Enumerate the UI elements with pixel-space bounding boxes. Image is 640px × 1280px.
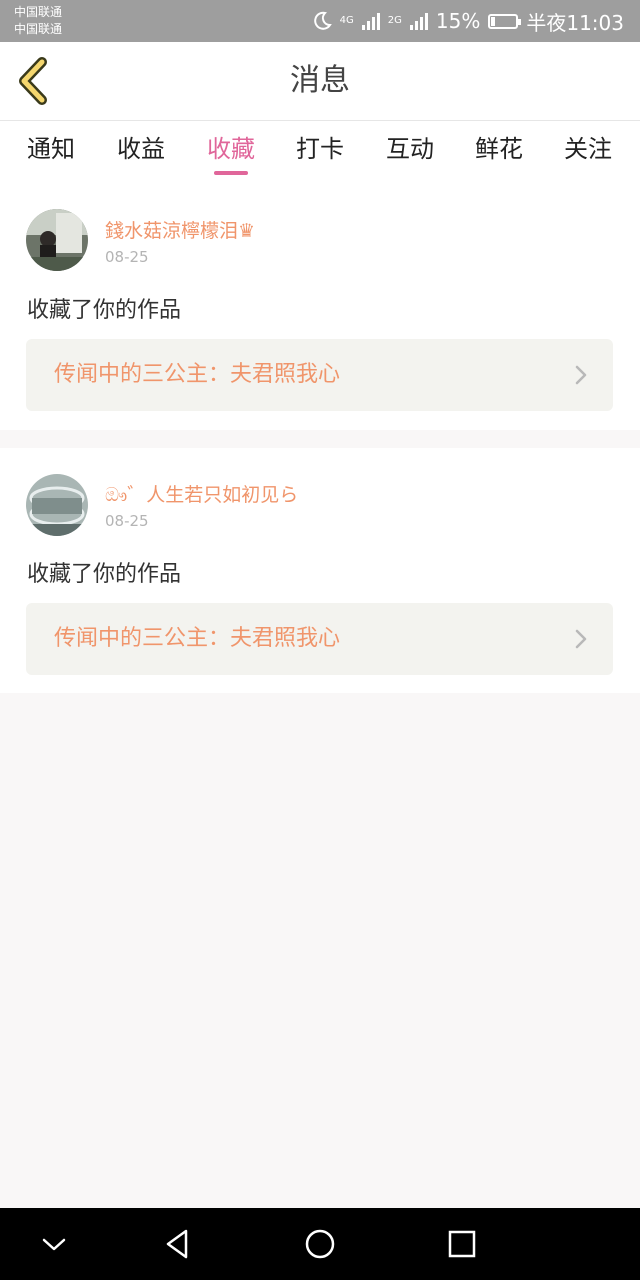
status-icons: 4G 2G 15% 半夜11:03 — [312, 0, 624, 42]
active-tab-indicator — [214, 171, 248, 175]
tab-favorites[interactable]: 收藏 — [186, 121, 276, 187]
network-type-1: 4G — [339, 15, 354, 26]
tab-label: 关注 — [564, 135, 612, 163]
recents-nav-icon[interactable] — [440, 1222, 484, 1266]
clock: 半夜11:03 — [526, 10, 624, 35]
message-date: 08-25 — [105, 248, 149, 266]
username[interactable]: ඖ゛人生若只如初见ら — [105, 480, 298, 507]
tab-earnings[interactable]: 收益 — [96, 121, 186, 187]
tab-label: 收益 — [117, 135, 165, 163]
signal-icon — [361, 12, 380, 30]
tab-label: 收藏 — [207, 135, 255, 163]
collapse-nav-icon[interactable] — [32, 1222, 76, 1266]
avatar[interactable] — [26, 474, 88, 536]
chevron-right-icon — [575, 629, 587, 649]
carrier-2: 中国联通 — [14, 22, 63, 36]
tab-label: 通知 — [27, 135, 75, 163]
tab-label: 鲜花 — [475, 135, 523, 163]
avatar-image — [26, 209, 88, 271]
message-text: 收藏了你的作品 — [27, 298, 182, 323]
back-nav-icon[interactable] — [156, 1222, 200, 1266]
tab-bar: 通知 收益 收藏 打卡 互动 鲜花 关注 — [0, 121, 640, 187]
chevron-right-icon — [575, 365, 587, 385]
signal-icon-2 — [409, 12, 428, 30]
avatar-image — [26, 474, 88, 536]
carrier-labels: 中国联通 中国联通 — [14, 4, 62, 38]
moon-icon — [313, 11, 332, 30]
tab-checkin[interactable]: 打卡 — [275, 121, 365, 187]
home-nav-icon[interactable] — [298, 1222, 342, 1266]
tab-label: 打卡 — [296, 135, 344, 163]
tab-label: 互动 — [386, 135, 434, 163]
work-link[interactable]: 传闻中的三公主：夫君照我心 — [26, 339, 613, 411]
page-title: 消息 — [290, 63, 350, 98]
work-link[interactable]: 传闻中的三公主：夫君照我心 — [26, 603, 613, 675]
header: 消息 — [0, 42, 640, 121]
message-text: 收藏了你的作品 — [27, 562, 182, 587]
battery-icon — [488, 13, 522, 29]
status-bar: 中国联通 中国联通 4G 2G 15% 半夜11:03 — [0, 0, 640, 42]
network-type-2: 2G — [387, 15, 402, 26]
message-card: 錢水菇涼檸檬泪♛ 08-25 收藏了你的作品 传闻中的三公主：夫君照我心 — [0, 187, 640, 430]
work-title: 传闻中的三公主：夫君照我心 — [54, 626, 341, 651]
battery-percent: 15% — [435, 9, 481, 33]
tab-interactions[interactable]: 互动 — [365, 121, 455, 187]
message-date: 08-25 — [105, 512, 149, 530]
tab-notifications[interactable]: 通知 — [6, 121, 96, 187]
avatar[interactable] — [26, 209, 88, 271]
system-nav-bar — [0, 1208, 640, 1280]
message-card: ඖ゛人生若只如初见ら 08-25 收藏了你的作品 传闻中的三公主：夫君照我心 — [0, 448, 640, 693]
tab-flowers[interactable]: 鲜花 — [454, 121, 544, 187]
work-title: 传闻中的三公主：夫君照我心 — [54, 362, 341, 387]
username[interactable]: 錢水菇涼檸檬泪♛ — [105, 216, 255, 243]
tab-follows[interactable]: 关注 — [543, 121, 633, 187]
carrier-1: 中国联通 — [14, 5, 63, 19]
